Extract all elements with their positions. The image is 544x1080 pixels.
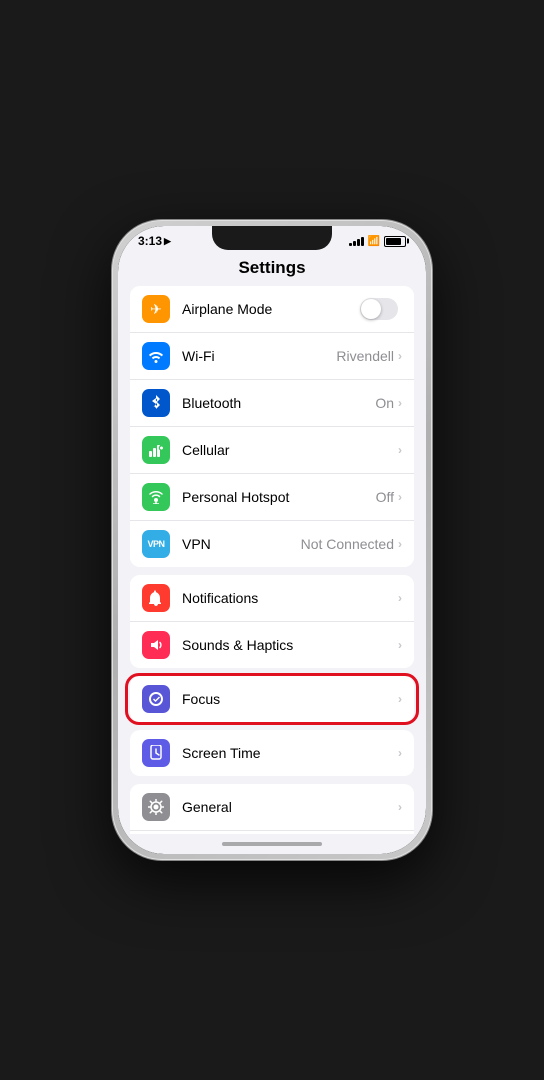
bluetooth-label: Bluetooth xyxy=(182,395,375,411)
screen-time-label: Screen Time xyxy=(182,745,398,761)
bluetooth-value: On xyxy=(375,395,394,411)
settings-content[interactable]: ✈ Airplane Mode xyxy=(118,286,426,834)
screen-time-row[interactable]: Screen Time › xyxy=(130,730,414,776)
signal-bar-2 xyxy=(353,241,356,246)
screen-time-icon xyxy=(142,739,170,767)
general-label: General xyxy=(182,799,398,815)
notifications-chevron: › xyxy=(398,591,402,605)
bluetooth-chevron: › xyxy=(398,396,402,410)
focus-label: Focus xyxy=(182,691,398,707)
connectivity-group: ✈ Airplane Mode xyxy=(130,286,414,567)
wifi-label: Wi-Fi xyxy=(182,348,336,364)
phone-inner: 3:13 ▶ 📶 Settings xyxy=(118,226,426,854)
notifications-row[interactable]: Notifications › xyxy=(130,575,414,622)
hotspot-icon xyxy=(142,483,170,511)
system-group: General › Control xyxy=(130,784,414,834)
vpn-value: Not Connected xyxy=(301,536,394,552)
battery-icon xyxy=(384,236,406,247)
signal-bar-4 xyxy=(361,237,364,246)
focus-group: Focus › xyxy=(130,676,414,722)
signal-bar-1 xyxy=(349,243,352,246)
vpn-label: VPN xyxy=(182,536,301,552)
wifi-chevron: › xyxy=(398,349,402,363)
sounds-haptics-chevron: › xyxy=(398,638,402,652)
general-icon xyxy=(142,793,170,821)
toggle-knob xyxy=(361,299,381,319)
signal-bars xyxy=(349,236,364,246)
battery-fill xyxy=(386,238,401,245)
cellular-label: Cellular xyxy=(182,442,398,458)
time-display: 3:13 xyxy=(138,234,162,248)
general-row[interactable]: General › xyxy=(130,784,414,831)
personal-hotspot-row[interactable]: Personal Hotspot Off › xyxy=(130,474,414,521)
sounds-haptics-label: Sounds & Haptics xyxy=(182,637,398,653)
focus-icon xyxy=(142,685,170,713)
phone-frame: 3:13 ▶ 📶 Settings xyxy=(112,220,432,860)
airplane-mode-toggle[interactable] xyxy=(360,298,398,320)
cellular-row[interactable]: Cellular › xyxy=(130,427,414,474)
notifications-icon xyxy=(142,584,170,612)
screen-time-chevron: › xyxy=(398,746,402,760)
airplane-mode-row[interactable]: ✈ Airplane Mode xyxy=(130,286,414,333)
vpn-chevron: › xyxy=(398,537,402,551)
focus-chevron: › xyxy=(398,692,402,706)
vpn-row[interactable]: VPN VPN Not Connected › xyxy=(130,521,414,567)
airplane-mode-icon: ✈ xyxy=(142,295,170,323)
home-bar xyxy=(222,842,322,846)
signal-bar-3 xyxy=(357,239,360,246)
page-title: Settings xyxy=(118,252,426,286)
cellular-chevron: › xyxy=(398,443,402,457)
notifications-label: Notifications xyxy=(182,590,398,606)
personal-hotspot-value: Off xyxy=(376,489,394,505)
general-chevron: › xyxy=(398,800,402,814)
focus-row-wrapper: Focus › xyxy=(130,676,414,722)
personal-hotspot-label: Personal Hotspot xyxy=(182,489,376,505)
sounds-haptics-icon xyxy=(142,631,170,659)
wifi-icon xyxy=(142,342,170,370)
personal-hotspot-chevron: › xyxy=(398,490,402,504)
status-icons: 📶 xyxy=(349,236,406,247)
wifi-row[interactable]: Wi-Fi Rivendell › xyxy=(130,333,414,380)
notifications-group: Notifications › Sounds & Haptics › xyxy=(130,575,414,668)
screentime-group: Screen Time › xyxy=(130,730,414,776)
home-indicator xyxy=(118,834,426,854)
notch xyxy=(212,226,332,250)
vpn-icon: VPN xyxy=(142,530,170,558)
location-icon: ▶ xyxy=(164,236,171,247)
status-time: 3:13 ▶ xyxy=(138,234,171,248)
wifi-status-icon: 📶 xyxy=(368,236,380,247)
cellular-icon xyxy=(142,436,170,464)
bluetooth-row[interactable]: Bluetooth On › xyxy=(130,380,414,427)
sounds-haptics-row[interactable]: Sounds & Haptics › xyxy=(130,622,414,668)
focus-row[interactable]: Focus › xyxy=(130,676,414,722)
bluetooth-icon xyxy=(142,389,170,417)
screen: 3:13 ▶ 📶 Settings xyxy=(118,226,426,854)
airplane-mode-label: Airplane Mode xyxy=(182,301,360,317)
wifi-value: Rivendell xyxy=(336,348,394,364)
